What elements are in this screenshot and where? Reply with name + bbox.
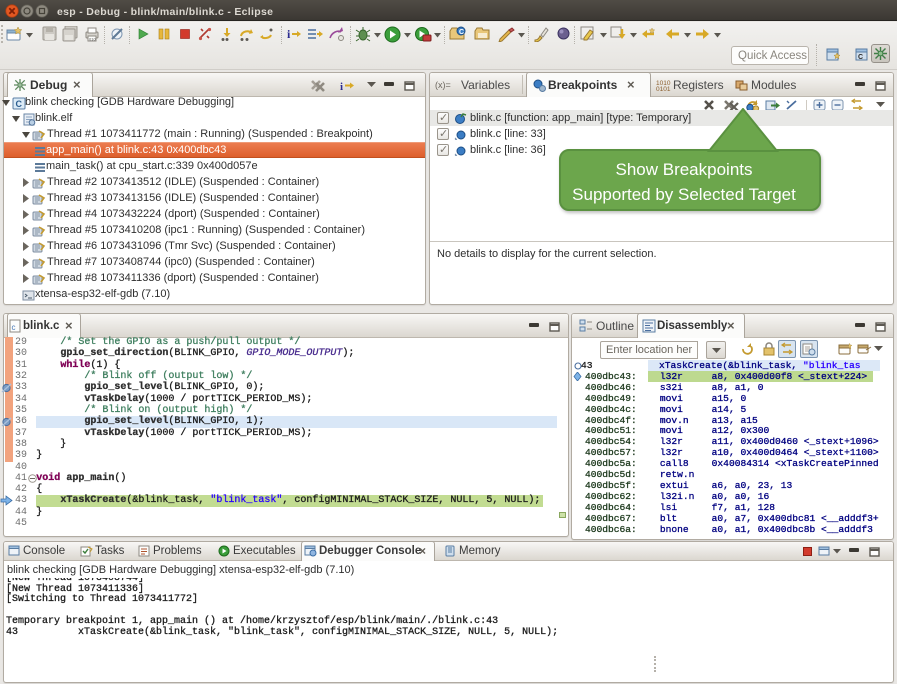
svg-text:i: i <box>340 81 343 92</box>
svg-text:C: C <box>858 54 863 61</box>
svg-text:(x)=: (x)= <box>435 80 451 90</box>
svg-text:i: i <box>287 27 291 41</box>
svg-text:C: C <box>459 29 464 36</box>
svg-text:010: 010 <box>89 37 96 42</box>
svg-text:C: C <box>16 99 23 109</box>
svg-text:c: c <box>12 323 16 332</box>
svg-text:0101: 0101 <box>656 86 671 92</box>
